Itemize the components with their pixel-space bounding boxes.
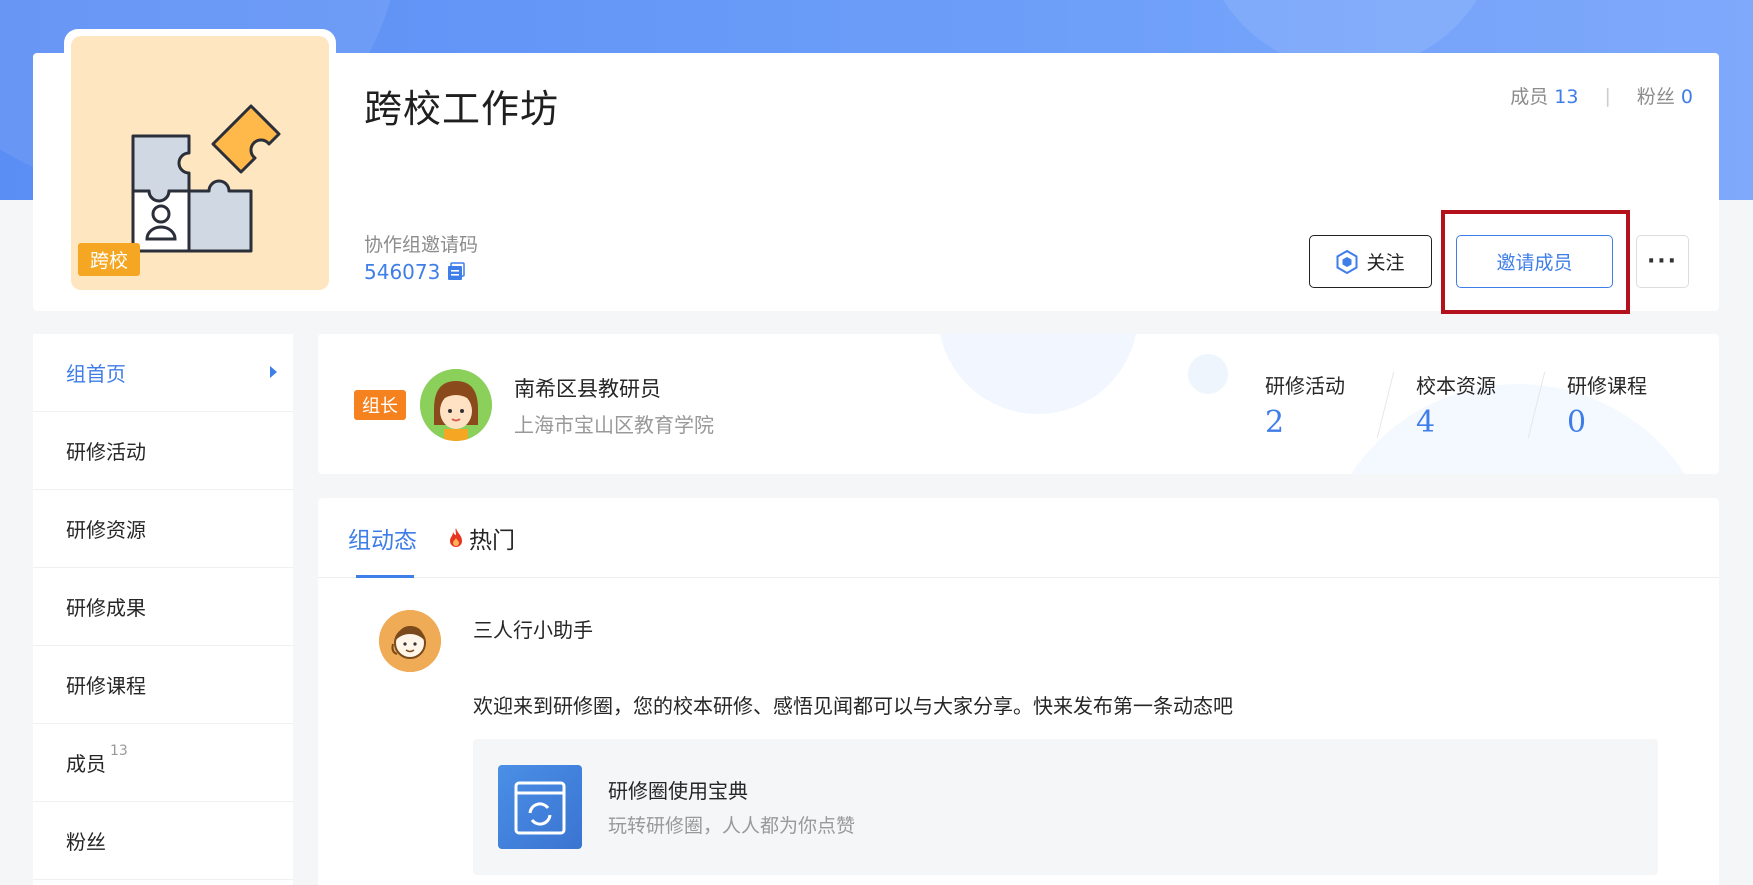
invite-members-button[interactable]: 邀请成员 [1456,235,1613,288]
group-cover-image: 跨校 [71,36,329,290]
guide-subtitle: 玩转研修圈，人人都为你点赞 [608,815,856,837]
sidebar-item-label: 粉丝 [66,830,106,854]
cover-tag: 跨校 [78,243,141,276]
sidebar-item-home[interactable]: 组首页 [33,334,293,412]
hexagon-icon [1336,249,1358,274]
sidebar-item-courses[interactable]: 研修课程 [33,646,293,724]
tab-active-indicator [356,575,414,578]
fans-label: 粉丝 [1636,86,1675,108]
tab-label: 热门 [469,527,515,554]
leader-name[interactable]: 南希区县教研员 [514,373,661,403]
invite-code-value: 546073 [364,260,441,284]
stat-label: 研修活动 [1265,374,1345,398]
leader-card: 组长 南希区县教研员 上海市宝山区教育学院 研修活动 2 校本资源 4 研修课程… [318,334,1719,474]
follow-button[interactable]: 关注 [1309,235,1432,288]
stat-resources[interactable]: 校本资源 4 [1416,370,1536,440]
flame-icon [450,527,462,547]
stat-label: 研修课程 [1567,374,1647,398]
decorative-bubble [938,334,1138,414]
copy-icon[interactable] [446,262,466,282]
members-label: 成员 [1510,86,1549,108]
stat-courses[interactable]: 研修课程 0 [1567,370,1687,440]
stat-value: 0 [1567,405,1587,440]
sidebar-item-resources[interactable]: 研修资源 [33,490,293,568]
sidebar-item-activities[interactable]: 研修活动 [33,412,293,490]
guide-title: 研修圈使用宝典 [608,779,748,803]
avatar[interactable] [420,369,492,441]
post-author-avatar[interactable] [379,610,441,672]
tab-group-feed[interactable]: 组动态 [348,521,417,555]
sidebar-item-label: 成员 [66,752,106,776]
fans-count: 0 [1680,86,1693,108]
sidebar-item-achievements[interactable]: 研修成果 [33,568,293,646]
sidebar-item-label: 研修课程 [66,674,146,698]
tab-hot[interactable]: 热门 [447,521,515,555]
sidebar-item-fans[interactable]: 粉丝 [33,802,293,880]
role-tag: 组长 [354,390,406,420]
stat-activities[interactable]: 研修活动 2 [1265,370,1385,440]
fans-stat[interactable]: 粉丝 0 [1637,82,1693,109]
stat-separator: | [1604,84,1611,107]
post-author-name[interactable]: 三人行小助手 [473,614,593,643]
stat-value: 4 [1416,405,1436,440]
decorative-bubble [1188,354,1228,394]
follow-label: 关注 [1366,252,1405,274]
page-title: 跨校工作坊 [364,87,560,131]
feed-tabs: 组动态 热门 [318,498,1719,578]
sidebar-item-label: 组首页 [66,362,126,386]
members-badge: 13 [110,742,128,759]
group-cover: 跨校 [64,29,336,297]
sidebar-item-members[interactable]: 成员 13 [33,724,293,802]
book-refresh-icon [498,765,582,849]
group-stats: 成员 13 | 粉丝 0 [1510,82,1693,109]
sidebar-item-label: 研修成果 [66,596,146,620]
stat-label: 校本资源 [1416,374,1496,398]
leader-org: 上海市宝山区教育学院 [514,413,714,437]
guide-card[interactable]: 研修圈使用宝典 玩转研修圈，人人都为你点赞 [473,739,1658,875]
sidebar-item-label: 研修活动 [66,440,146,464]
members-count: 13 [1554,86,1579,108]
sidebar: 组首页 研修活动 研修资源 研修成果 研修课程 成员 13 粉丝 [33,334,293,885]
sidebar-item-label: 研修资源 [66,518,146,542]
puzzle-icon [131,104,281,253]
invite-code: 546073 [364,260,466,284]
members-stat[interactable]: 成员 13 [1510,82,1578,109]
post-text: 欢迎来到研修圈，您的校本研修、感悟见闻都可以与大家分享。快来发布第一条动态吧 [473,694,1233,718]
stat-value: 2 [1265,405,1285,440]
feed-card: 组动态 热门 三人行小助手 欢迎来到研修圈，您的校本研修、感悟见闻都可以与大家分… [318,498,1719,885]
more-button[interactable]: ··· [1636,235,1689,288]
invite-code-label: 协作组邀请码 [364,234,479,256]
tab-label: 组动态 [348,527,417,554]
caret-right-icon [270,366,277,378]
